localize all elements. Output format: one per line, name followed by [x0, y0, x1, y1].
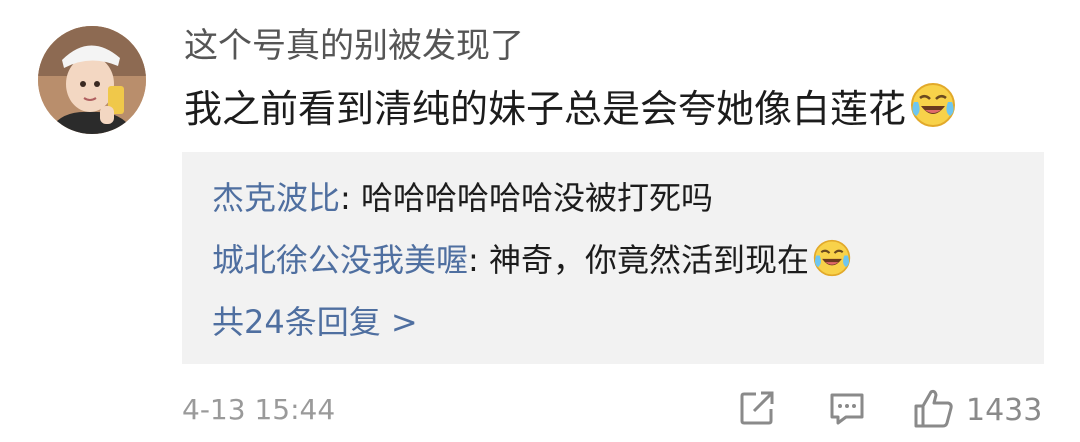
like-button[interactable]: 1433 [912, 388, 1042, 432]
laughing-crying-emoji-icon [910, 82, 956, 141]
reply-text: 哈哈哈哈哈哈没被打死吗 [360, 179, 713, 217]
reply-text: 神奇，你竟然活到现在 [488, 241, 809, 279]
comment-text: 我之前看到清纯的妹子总是会夸她像白莲花 [184, 87, 907, 131]
reply-separator: : [340, 179, 361, 217]
laughing-crying-emoji-icon [813, 239, 851, 288]
share-button[interactable] [736, 388, 778, 432]
reply-preview-box[interactable]: 杰克波比: 哈哈哈哈哈哈没被打死吗 城北徐公没我美喔: 神奇，你竟然活到现在 共… [182, 152, 1044, 364]
reply-item[interactable]: 杰克波比: 哈哈哈哈哈哈没被打死吗 [212, 176, 713, 220]
user-avatar[interactable] [38, 26, 146, 134]
comment-icon [826, 387, 868, 433]
comment-button[interactable] [826, 388, 868, 432]
reply-author[interactable]: 杰克波比 [212, 179, 340, 217]
like-count: 1433 [966, 392, 1043, 428]
view-all-replies-link[interactable]: 共24条回复 > [212, 300, 418, 344]
share-icon [736, 387, 778, 433]
reply-separator: : [468, 241, 489, 279]
comment-username[interactable]: 这个号真的别被发现了 [184, 22, 524, 70]
thumbs-up-icon [912, 386, 956, 434]
comment-timestamp: 4-13 15:44 [182, 393, 336, 426]
avatar-image [38, 26, 146, 134]
reply-item[interactable]: 城北徐公没我美喔: 神奇，你竟然活到现在 [212, 238, 851, 288]
comment-body: 我之前看到清纯的妹子总是会夸她像白莲花 [184, 82, 956, 141]
reply-author[interactable]: 城北徐公没我美喔 [212, 241, 468, 279]
